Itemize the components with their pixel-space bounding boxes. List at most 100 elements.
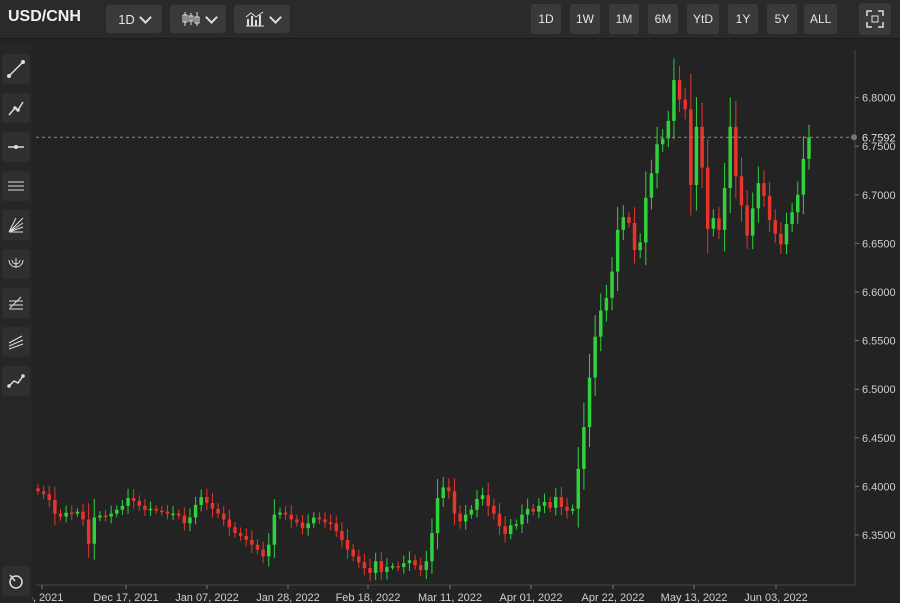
candle-body: [244, 535, 248, 540]
candle-body: [480, 495, 485, 500]
candle-body: [435, 498, 440, 534]
range-all-button[interactable]: ALL: [804, 4, 838, 34]
settings-tool[interactable]: [2, 566, 30, 596]
candle-body: [452, 491, 457, 514]
candle-body: [115, 509, 119, 514]
candle-body: [531, 508, 535, 512]
trend-line-tool[interactable]: [2, 54, 30, 84]
regression-channel-tool[interactable]: [2, 366, 30, 396]
parallel-channel-tool[interactable]: [2, 171, 30, 201]
candle-body: [610, 271, 614, 298]
candle-body: [300, 522, 305, 529]
parallel-channel-icon: [8, 181, 24, 191]
candle-body: [227, 519, 232, 528]
candle-body: [266, 544, 271, 557]
candle-body: [773, 220, 777, 234]
candle-body: [357, 556, 361, 563]
candle-body: [801, 158, 806, 195]
indicators-dropdown[interactable]: [234, 5, 290, 33]
x-tick-label: Feb 18, 2022: [336, 592, 401, 603]
candle-body: [514, 524, 519, 526]
x-tick-label: Apr 01, 2022: [500, 592, 563, 603]
fullscreen-button[interactable]: [859, 3, 891, 35]
x-tick-label: Jan 07, 2022: [175, 592, 239, 603]
x-tick-label: Jun 03, 2022: [744, 592, 808, 603]
candle-body: [148, 508, 153, 511]
polyline-tool[interactable]: [2, 93, 30, 123]
candle-body: [694, 126, 699, 186]
candle-body: [306, 523, 310, 529]
candle-body: [317, 517, 322, 520]
candle-body: [345, 539, 350, 550]
candle-body: [469, 509, 474, 515]
horizontal-line-tool[interactable]: [2, 132, 30, 162]
candle-body: [58, 513, 63, 517]
candle-body: [559, 497, 564, 507]
candle-body: [503, 526, 507, 535]
candle-body: [739, 176, 744, 206]
price-chart[interactable]: 6.3500 6.4000 6.4500 6.5000 6.5500 6.6000 6.65…: [32, 40, 900, 603]
candle-body: [475, 499, 479, 510]
range-6m-button[interactable]: 6M: [648, 4, 678, 34]
candle-body: [283, 512, 288, 515]
y-tick-label: 6.8000: [862, 93, 896, 105]
candle-body: [216, 508, 220, 514]
x-tick-label: 26, 2021: [32, 592, 63, 603]
candle-body: [537, 505, 541, 512]
candle-body: [441, 487, 445, 499]
y-tick-label: 6.4500: [862, 433, 896, 445]
fibonacci-retracement-icon: [9, 296, 23, 310]
candle-body: [424, 561, 429, 570]
candle-body: [700, 126, 704, 168]
candle-body: [750, 208, 755, 236]
range-1w-button[interactable]: 1W: [570, 4, 600, 34]
indicators-icon: [245, 11, 264, 27]
y-tick-label: 6.6000: [862, 287, 896, 299]
candle-body: [525, 508, 530, 515]
candle-body: [255, 544, 260, 550]
candle-body: [210, 502, 215, 509]
x-tick-label: Dec 17, 2021: [93, 592, 158, 603]
candle-body: [728, 126, 732, 188]
fibonacci-retracement-tool[interactable]: [2, 288, 30, 318]
candle-body: [396, 566, 400, 568]
candle-body: [722, 187, 727, 230]
candle-body: [137, 500, 142, 506]
candle-body: [767, 195, 772, 221]
fibonacci-fan-tool[interactable]: [2, 210, 30, 240]
candle-body: [554, 497, 558, 508]
symbol-title: USD/CNH: [8, 8, 81, 25]
candle-body: [36, 488, 40, 492]
candle-body: [458, 513, 462, 522]
candle-body: [492, 505, 496, 514]
candle-body: [582, 427, 586, 469]
x-tick-label: Mar 11, 2022: [418, 592, 482, 603]
candle-body: [632, 222, 637, 251]
candle-body: [689, 109, 693, 186]
chart-type-dropdown[interactable]: [170, 5, 226, 33]
candle-body: [328, 522, 333, 524]
x-tick-label: May 13, 2022: [661, 592, 728, 603]
candle-body: [807, 137, 811, 159]
last-price-label: 6.7592: [862, 132, 896, 144]
candle-body: [599, 310, 603, 337]
candle-body: [334, 523, 339, 532]
pitchfork-tool[interactable]: [2, 327, 30, 357]
range-5y-button[interactable]: 5Y: [767, 4, 797, 34]
interval-dropdown[interactable]: 1D: [106, 5, 162, 33]
fibonacci-arc-tool[interactable]: [2, 249, 30, 279]
candle-body: [593, 336, 597, 378]
candle-body: [385, 567, 389, 572]
interval-value: 1D: [118, 11, 135, 27]
candle-body: [373, 561, 378, 573]
candle-body: [278, 512, 282, 515]
range-1d-button[interactable]: 1D: [531, 4, 561, 34]
candle-body: [413, 560, 417, 566]
candle-body: [604, 297, 609, 311]
candle-body: [103, 515, 108, 518]
range-ytd-button[interactable]: YtD: [687, 4, 720, 34]
candle-body: [160, 510, 164, 513]
range-1y-button[interactable]: 1Y: [728, 4, 758, 34]
range-1m-button[interactable]: 1M: [609, 4, 639, 34]
candle-body: [705, 167, 710, 229]
